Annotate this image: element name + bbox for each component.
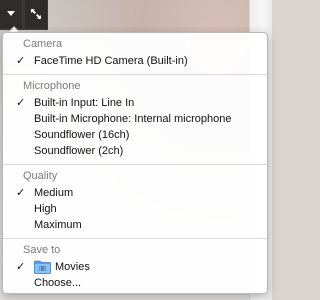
folder-icon (34, 260, 51, 274)
menu-item-quality-high[interactable]: High (3, 201, 267, 217)
menu-divider (3, 74, 267, 75)
menu-item-facetime-camera[interactable]: ✓ FaceTime HD Camera (Built-in) (3, 53, 267, 69)
checkmark-icon: ✓ (16, 55, 26, 67)
menu-item-quality-maximum[interactable]: Maximum (3, 217, 267, 233)
quality-section-header: Quality (23, 170, 58, 182)
menu-item-label: Maximum (34, 219, 82, 231)
checkmark-icon: ✓ (16, 187, 26, 199)
chevron-down-icon (6, 10, 16, 18)
menu-item-label: Medium (34, 187, 74, 199)
save-to-section-header: Save to (23, 244, 61, 256)
checkmark-icon: ✓ (16, 261, 26, 273)
menu-item-label: FaceTime HD Camera (Built-in) (34, 55, 188, 67)
menu-item-soundflower-16ch[interactable]: Soundflower (16ch) (3, 127, 267, 143)
fullscreen-button[interactable] (25, 0, 47, 28)
options-dropdown-button[interactable] (0, 0, 22, 28)
menu-item-label: Built-in Microphone: Internal microphone (34, 113, 232, 125)
expand-icon (30, 8, 42, 20)
menu-divider (3, 164, 267, 165)
menu-item-label: High (34, 203, 57, 215)
microphone-section-header: Microphone (23, 80, 81, 92)
menu-item-label: Movies (55, 261, 90, 273)
recording-options-menu: Camera ✓ FaceTime HD Camera (Built-in) M… (2, 32, 268, 294)
menu-item-save-movies[interactable]: ✓ Movies (3, 259, 267, 275)
menu-item-built-in-microphone[interactable]: Built-in Microphone: Internal microphone (3, 111, 267, 127)
menu-divider (3, 238, 267, 239)
menu-item-label: Choose... (34, 277, 82, 289)
menu-item-choose-location[interactable]: Choose... (3, 275, 267, 291)
menu-item-label: Built-in Input: Line In (34, 97, 135, 109)
menu-item-label: Soundflower (2ch) (34, 145, 124, 157)
menu-item-soundflower-2ch[interactable]: Soundflower (2ch) (3, 143, 267, 159)
menu-item-quality-medium[interactable]: ✓ Medium (3, 185, 267, 201)
camera-section-header: Camera (23, 38, 63, 50)
checkmark-icon: ✓ (16, 97, 26, 109)
menu-item-built-in-input[interactable]: ✓ Built-in Input: Line In (3, 95, 267, 111)
menu-item-label: Soundflower (16ch) (34, 129, 130, 141)
